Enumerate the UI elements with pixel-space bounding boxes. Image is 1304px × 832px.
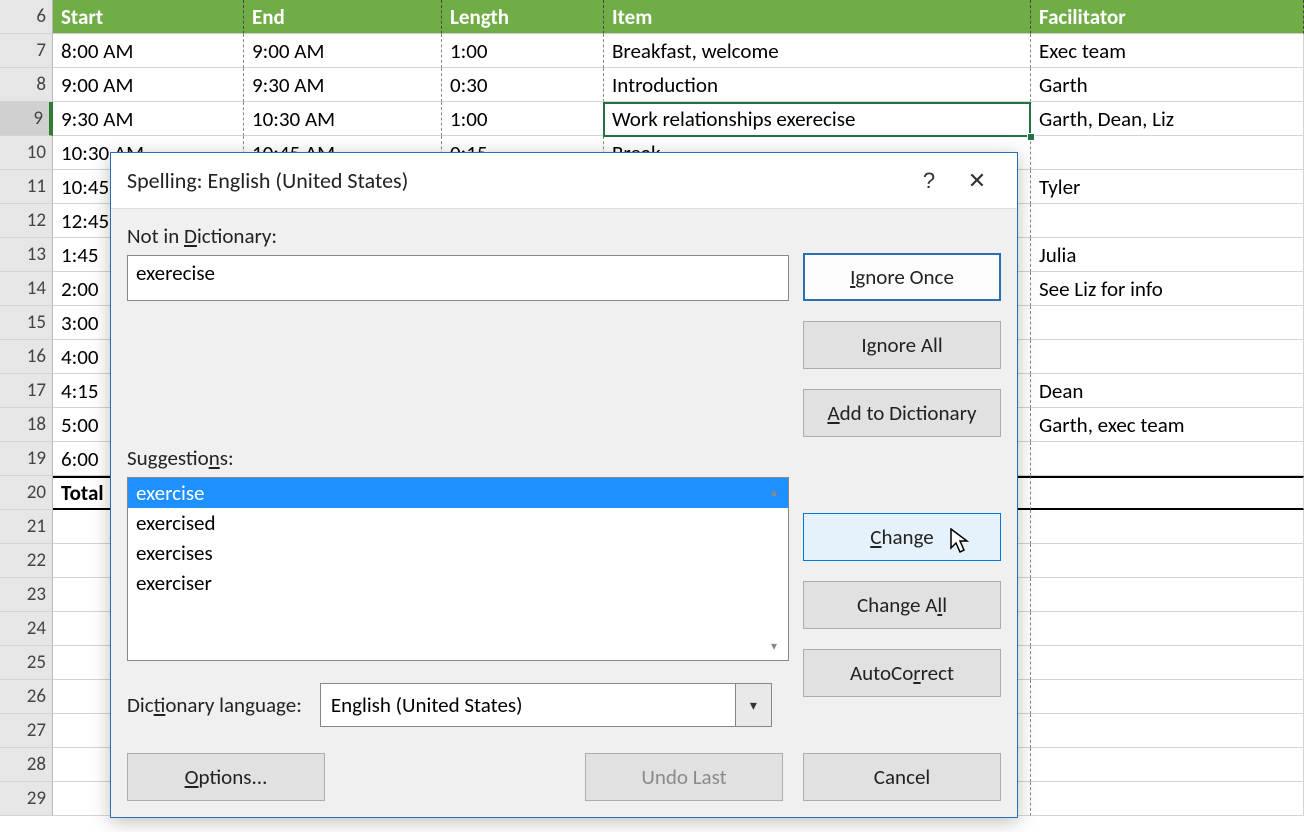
- row-header[interactable]: 7: [0, 34, 53, 68]
- cell[interactable]: 8:00 AM: [53, 34, 244, 68]
- not-in-dictionary-value: exerecise: [136, 260, 215, 286]
- chevron-down-icon[interactable]: ▾: [735, 684, 771, 726]
- cell[interactable]: Exec team: [1031, 34, 1304, 68]
- cell[interactable]: Julia: [1031, 238, 1304, 272]
- row-header[interactable]: 27: [0, 714, 53, 748]
- row-header[interactable]: 26: [0, 680, 53, 714]
- row-header[interactable]: 14: [0, 272, 53, 306]
- cell[interactable]: [1031, 748, 1304, 782]
- help-icon[interactable]: ?: [905, 161, 953, 201]
- cell[interactable]: Dean: [1031, 374, 1304, 408]
- row-header[interactable]: 12: [0, 204, 53, 238]
- cell[interactable]: [1031, 476, 1304, 510]
- ignore-all-button[interactable]: Ignore All: [803, 321, 1001, 369]
- suggestions-listbox[interactable]: ▴ ▾ exerciseexercisedexercisesexerciser: [127, 477, 789, 661]
- row-header[interactable]: 23: [0, 578, 53, 612]
- row-header[interactable]: 28: [0, 748, 53, 782]
- cell[interactable]: [1031, 714, 1304, 748]
- cell[interactable]: 9:00 AM: [53, 68, 244, 102]
- cell[interactable]: 1:00: [442, 34, 604, 68]
- scroll-up-icon[interactable]: ▴: [762, 480, 786, 504]
- cell[interactable]: [1031, 306, 1304, 340]
- cell[interactable]: Breakfast, welcome: [604, 34, 1031, 68]
- row-header[interactable]: 11: [0, 170, 53, 204]
- column-header[interactable]: Length: [442, 0, 604, 34]
- row-header[interactable]: 17: [0, 374, 53, 408]
- scroll-down-icon[interactable]: ▾: [762, 634, 786, 658]
- row-header[interactable]: 21: [0, 510, 53, 544]
- suggestion-item[interactable]: exerciser: [128, 568, 788, 598]
- close-icon[interactable]: ✕: [953, 161, 1001, 201]
- suggestion-item[interactable]: exercised: [128, 508, 788, 538]
- cell[interactable]: 9:30 AM: [244, 68, 442, 102]
- cell[interactable]: 10:30 AM: [244, 102, 442, 136]
- row-header[interactable]: 20: [0, 476, 53, 510]
- cell[interactable]: [1031, 340, 1304, 374]
- row-header[interactable]: 8: [0, 68, 53, 102]
- row-header[interactable]: 29: [0, 782, 53, 816]
- cell[interactable]: Garth: [1031, 68, 1304, 102]
- column-header[interactable]: Start: [53, 0, 244, 34]
- cell[interactable]: [1031, 204, 1304, 238]
- dictionary-language-label: Dictionary language:: [127, 692, 302, 718]
- dialog-title: Spelling: English (United States): [127, 167, 408, 194]
- cell[interactable]: Garth, Dean, Liz: [1031, 102, 1304, 136]
- dialog-titlebar: Spelling: English (United States) ? ✕: [111, 153, 1017, 209]
- column-header[interactable]: End: [244, 0, 442, 34]
- cell[interactable]: [1031, 442, 1304, 476]
- suggestion-item[interactable]: exercise: [128, 478, 788, 508]
- row-header[interactable]: 16: [0, 340, 53, 374]
- cell[interactable]: [1031, 782, 1304, 816]
- row-header[interactable]: 22: [0, 544, 53, 578]
- row-header[interactable]: 18: [0, 408, 53, 442]
- ignore-once-button[interactable]: Ignore Once: [803, 253, 1001, 301]
- row-header[interactable]: 15: [0, 306, 53, 340]
- row-header[interactable]: 6: [0, 0, 53, 34]
- undo-last-button: Undo Last: [585, 753, 783, 801]
- cell[interactable]: [1031, 136, 1304, 170]
- cell[interactable]: [1031, 680, 1304, 714]
- cell[interactable]: [1031, 544, 1304, 578]
- column-header[interactable]: Facilitator: [1031, 0, 1304, 34]
- cell[interactable]: 9:00 AM: [244, 34, 442, 68]
- dictionary-language-combo[interactable]: English (United States) ▾: [320, 683, 772, 727]
- cell[interactable]: See Liz for info: [1031, 272, 1304, 306]
- cell[interactable]: 0:30: [442, 68, 604, 102]
- cell[interactable]: [1031, 612, 1304, 646]
- row-header[interactable]: 13: [0, 238, 53, 272]
- options-button[interactable]: Options...: [127, 753, 325, 801]
- column-header[interactable]: Item: [604, 0, 1031, 34]
- cancel-button[interactable]: Cancel: [803, 753, 1001, 801]
- add-to-dictionary-button[interactable]: Add to Dictionary: [803, 389, 1001, 437]
- fill-handle[interactable]: [1027, 133, 1035, 141]
- suggestion-item[interactable]: exercises: [128, 538, 788, 568]
- row-header[interactable]: 19: [0, 442, 53, 476]
- not-in-dictionary-label: Not in Dictionary:: [127, 223, 1001, 249]
- cell[interactable]: Introduction: [604, 68, 1031, 102]
- not-in-dictionary-input[interactable]: exerecise: [127, 255, 789, 301]
- dictionary-language-value: English (United States): [331, 692, 523, 718]
- cell[interactable]: Tyler: [1031, 170, 1304, 204]
- cell[interactable]: Work relationships exerecise: [604, 102, 1031, 136]
- cell[interactable]: Garth, exec team: [1031, 408, 1304, 442]
- cell[interactable]: 9:30 AM: [53, 102, 244, 136]
- spelling-dialog: Spelling: English (United States) ? ✕ No…: [110, 152, 1018, 818]
- cell[interactable]: [1031, 578, 1304, 612]
- row-header[interactable]: 24: [0, 612, 53, 646]
- cell[interactable]: [1031, 646, 1304, 680]
- change-all-button[interactable]: Change All: [803, 581, 1001, 629]
- row-header[interactable]: 10: [0, 136, 53, 170]
- suggestions-label: Suggestions:: [127, 445, 789, 471]
- cell[interactable]: [1031, 510, 1304, 544]
- row-header[interactable]: 25: [0, 646, 53, 680]
- change-button[interactable]: Change: [803, 513, 1001, 561]
- row-header[interactable]: 9: [0, 102, 53, 136]
- autocorrect-button[interactable]: AutoCorrect: [803, 649, 1001, 697]
- cell[interactable]: 1:00: [442, 102, 604, 136]
